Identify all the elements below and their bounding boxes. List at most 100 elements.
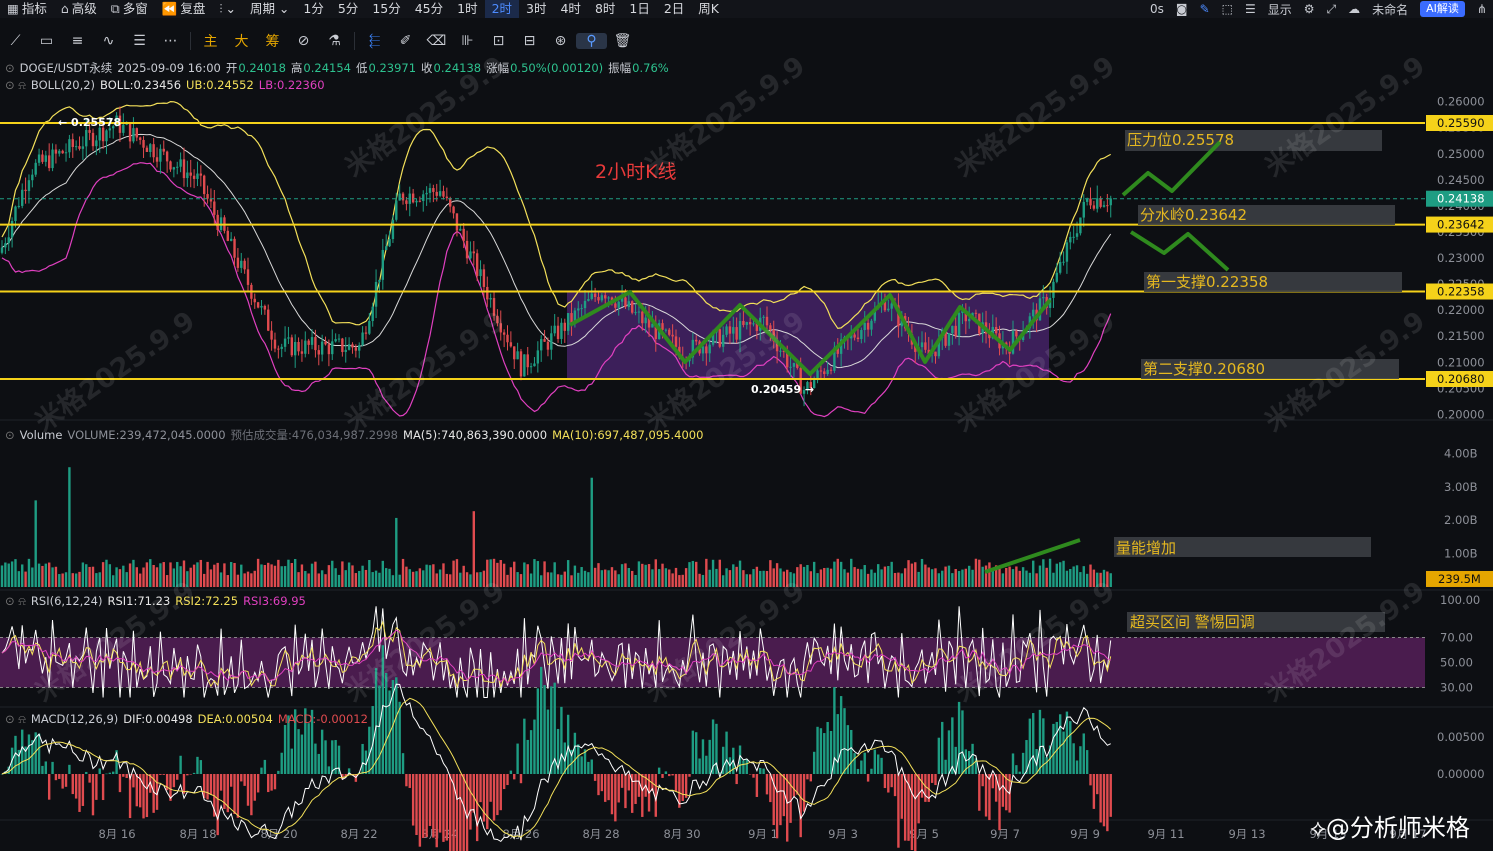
list-icon[interactable]: ☰	[1239, 2, 1262, 16]
volume-bar	[550, 572, 553, 587]
macd-histogram-bar	[550, 686, 553, 774]
collapse-icon[interactable]: ⊙ ⍾	[5, 78, 26, 92]
volume-bar	[37, 563, 41, 587]
macd-histogram-bar	[587, 761, 590, 774]
chip-toggle[interactable]: 筹	[257, 31, 288, 51]
volume-bar	[732, 564, 735, 587]
candle-body	[344, 349, 347, 353]
parallel-lines-icon[interactable]: ≡	[62, 33, 93, 49]
magnet-icon[interactable]: ⊛	[545, 33, 576, 49]
period-tab[interactable]: 15分	[365, 0, 407, 18]
period-tab[interactable]: 1日	[622, 0, 656, 18]
candle-body	[438, 191, 442, 196]
candle-body	[738, 320, 742, 340]
advanced-button[interactable]: ⌂ 高级	[54, 0, 104, 18]
candle-body	[142, 139, 145, 148]
collapse-icon[interactable]: ⊙ ⍾	[5, 712, 26, 726]
volume-bar	[772, 568, 775, 587]
period-tab[interactable]: 1分	[296, 0, 330, 18]
display-button[interactable]: 显示	[1262, 1, 1298, 18]
period-tab[interactable]: 8时	[588, 0, 622, 18]
macd-histogram-bar	[674, 774, 678, 792]
volume-bar	[17, 571, 21, 587]
delete-icon[interactable]: 🗑	[607, 33, 638, 49]
volume-bar	[115, 567, 118, 587]
volume-bar	[927, 567, 930, 587]
indicator-button[interactable]: ▦ 指标	[0, 0, 54, 18]
macd-histogram-bar	[725, 731, 728, 774]
big-order-toggle[interactable]: 大	[226, 31, 257, 51]
volume-bar	[172, 568, 176, 587]
eraser-icon[interactable]: ⌫	[421, 33, 452, 49]
macd-histogram-bar	[698, 758, 701, 774]
fib-tool-icon[interactable]: ☰	[124, 33, 155, 49]
macd-histogram-bar	[145, 774, 149, 818]
price-chart[interactable]: 8月 16 8月 18 8月 20 8月 22 8月 24 8月 26 8月 28 8月 30…	[0, 56, 1493, 851]
chart-type-button[interactable]: ⫶ ⌄	[212, 0, 243, 18]
candle-body	[341, 338, 344, 353]
volume-bar	[226, 575, 229, 587]
template-icon[interactable]: ⊟	[514, 33, 545, 49]
brush-icon[interactable]: ✐	[390, 33, 421, 49]
pen-icon[interactable]: ✎	[1194, 2, 1216, 16]
macd-histogram-bar	[701, 739, 705, 774]
volume-bar	[10, 561, 14, 587]
collapse-icon[interactable]: ⊙	[5, 61, 15, 75]
camera-icon[interactable]: ◙	[1170, 2, 1194, 16]
multi-window-button[interactable]: ⧉ 多窗	[104, 0, 155, 18]
period-tab[interactable]: 2时	[484, 0, 520, 18]
period-tab[interactable]: 2日	[657, 0, 691, 18]
volume-bar	[203, 573, 206, 587]
replay-button[interactable]: ⏪ 复盘	[155, 0, 213, 18]
ai-interpret-button[interactable]: AI解读	[1420, 1, 1465, 17]
x-tick-label: 9月 7	[990, 827, 1020, 841]
filter-icon[interactable]: ⚲	[576, 33, 607, 49]
macd-histogram-bar	[236, 774, 240, 818]
period-tab[interactable]: 3时	[519, 0, 553, 18]
select-tool-icon[interactable]: ⬱	[359, 33, 390, 49]
cloud-icon[interactable]: ☁	[1342, 2, 1366, 16]
price-tag-label: 0.20680	[1437, 372, 1485, 386]
volume-bar	[775, 563, 779, 587]
volume-bar	[590, 477, 593, 587]
unnamed-layout-button[interactable]: 未命名	[1366, 1, 1414, 18]
macd-histogram-bar	[856, 768, 860, 774]
crop-icon[interactable]: ⬚	[1216, 2, 1239, 16]
macd-histogram-bar	[1092, 774, 1096, 809]
collapse-icon[interactable]: ⊙ ⍾	[5, 594, 26, 608]
more-tools-icon[interactable]: ⋯	[155, 33, 186, 49]
close-value: 0.24138	[433, 61, 482, 75]
candle-body	[347, 344, 351, 350]
edit-tool-icon[interactable]: ⚗	[319, 33, 350, 49]
measure-icon[interactable]: ⊪	[452, 33, 483, 49]
period-tab[interactable]: 周K	[691, 0, 726, 18]
volume-bar	[816, 573, 819, 587]
macd-histogram-bar	[260, 767, 263, 774]
period-tab[interactable]: 1时	[450, 0, 484, 18]
period-dropdown[interactable]: 周期 ⌄	[243, 0, 296, 18]
period-tab[interactable]: 45分	[408, 0, 450, 18]
main-indicator-toggle[interactable]: 主	[195, 31, 226, 51]
macd-histogram-bar	[502, 774, 506, 790]
candle-body	[0, 247, 4, 253]
settings-icon[interactable]: ⚙	[1298, 2, 1321, 16]
toolbar-divider	[354, 32, 355, 50]
period-tab[interactable]: 5分	[331, 0, 365, 18]
candle-body	[243, 260, 246, 270]
collapse-icon[interactable]: ⊙	[5, 428, 15, 442]
macd-histogram-bar	[573, 732, 577, 774]
candle-body	[536, 350, 540, 364]
rectangle-tool-icon[interactable]: ▭	[31, 33, 62, 49]
candle-body	[189, 172, 192, 176]
fullscreen-icon[interactable]: ⤢	[1321, 2, 1343, 17]
macd-histogram-bar	[1052, 723, 1055, 774]
wave-tool-icon[interactable]: ∿	[93, 33, 124, 49]
line-tool-icon[interactable]: ⟋	[0, 33, 31, 49]
share-icon[interactable]: ⋔	[1471, 2, 1493, 16]
macd-histogram-bar	[435, 774, 438, 848]
lock-icon[interactable]: ⊡	[483, 33, 514, 49]
macd-histogram-bar	[85, 771, 88, 774]
compare-icon[interactable]: ⊘	[288, 33, 319, 49]
candle-body	[1082, 201, 1085, 218]
period-tab[interactable]: 4时	[553, 0, 587, 18]
